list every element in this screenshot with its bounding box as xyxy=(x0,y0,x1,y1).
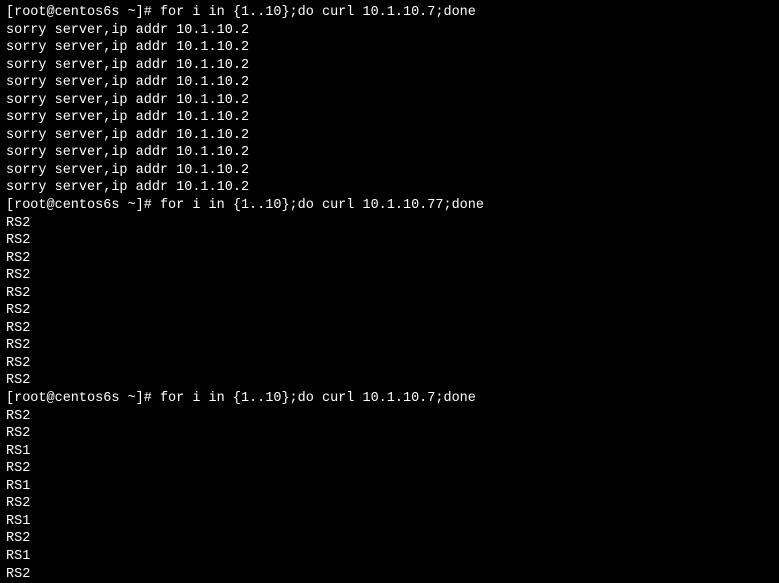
output-line: RS1 xyxy=(6,478,773,496)
output-line: RS2 xyxy=(6,425,773,443)
output-line: sorry server,ip addr 10.1.10.2 xyxy=(6,92,773,110)
output-line: RS2 xyxy=(6,285,773,303)
output-line: sorry server,ip addr 10.1.10.2 xyxy=(6,144,773,162)
output-line: RS2 xyxy=(6,250,773,268)
command-line[interactable]: [root@centos6s ~]# for i in {1..10};do c… xyxy=(6,197,773,215)
output-line: RS2 xyxy=(6,215,773,233)
output-line: RS2 xyxy=(6,355,773,373)
output-line: RS2 xyxy=(6,530,773,548)
terminal-window[interactable]: [root@centos6s ~]# for i in {1..10};do c… xyxy=(6,4,773,583)
output-line: RS2 xyxy=(6,566,773,583)
command-line[interactable]: [root@centos6s ~]# for i in {1..10};do c… xyxy=(6,4,773,22)
output-line: RS2 xyxy=(6,267,773,285)
output-line: sorry server,ip addr 10.1.10.2 xyxy=(6,57,773,75)
output-line: sorry server,ip addr 10.1.10.2 xyxy=(6,22,773,40)
output-line: RS2 xyxy=(6,337,773,355)
command-text: for i in {1..10};do curl 10.1.10.77;done xyxy=(160,198,484,213)
command-line[interactable]: [root@centos6s ~]# for i in {1..10};do c… xyxy=(6,390,773,408)
output-line: RS2 xyxy=(6,372,773,390)
shell-prompt: [root@centos6s ~]# xyxy=(6,5,160,20)
output-line: sorry server,ip addr 10.1.10.2 xyxy=(6,127,773,145)
output-line: sorry server,ip addr 10.1.10.2 xyxy=(6,109,773,127)
output-line: sorry server,ip addr 10.1.10.2 xyxy=(6,74,773,92)
shell-prompt: [root@centos6s ~]# xyxy=(6,391,160,406)
output-line: RS2 xyxy=(6,320,773,338)
output-line: RS2 xyxy=(6,460,773,478)
output-line: RS1 xyxy=(6,443,773,461)
output-line: sorry server,ip addr 10.1.10.2 xyxy=(6,179,773,197)
output-line: RS1 xyxy=(6,548,773,566)
output-line: RS2 xyxy=(6,302,773,320)
output-line: sorry server,ip addr 10.1.10.2 xyxy=(6,162,773,180)
command-text: for i in {1..10};do curl 10.1.10.7;done xyxy=(160,5,476,20)
output-line: RS2 xyxy=(6,495,773,513)
shell-prompt: [root@centos6s ~]# xyxy=(6,198,160,213)
output-line: RS1 xyxy=(6,513,773,531)
output-line: RS2 xyxy=(6,232,773,250)
output-line: sorry server,ip addr 10.1.10.2 xyxy=(6,39,773,57)
output-line: RS2 xyxy=(6,408,773,426)
command-text: for i in {1..10};do curl 10.1.10.7;done xyxy=(160,391,476,406)
